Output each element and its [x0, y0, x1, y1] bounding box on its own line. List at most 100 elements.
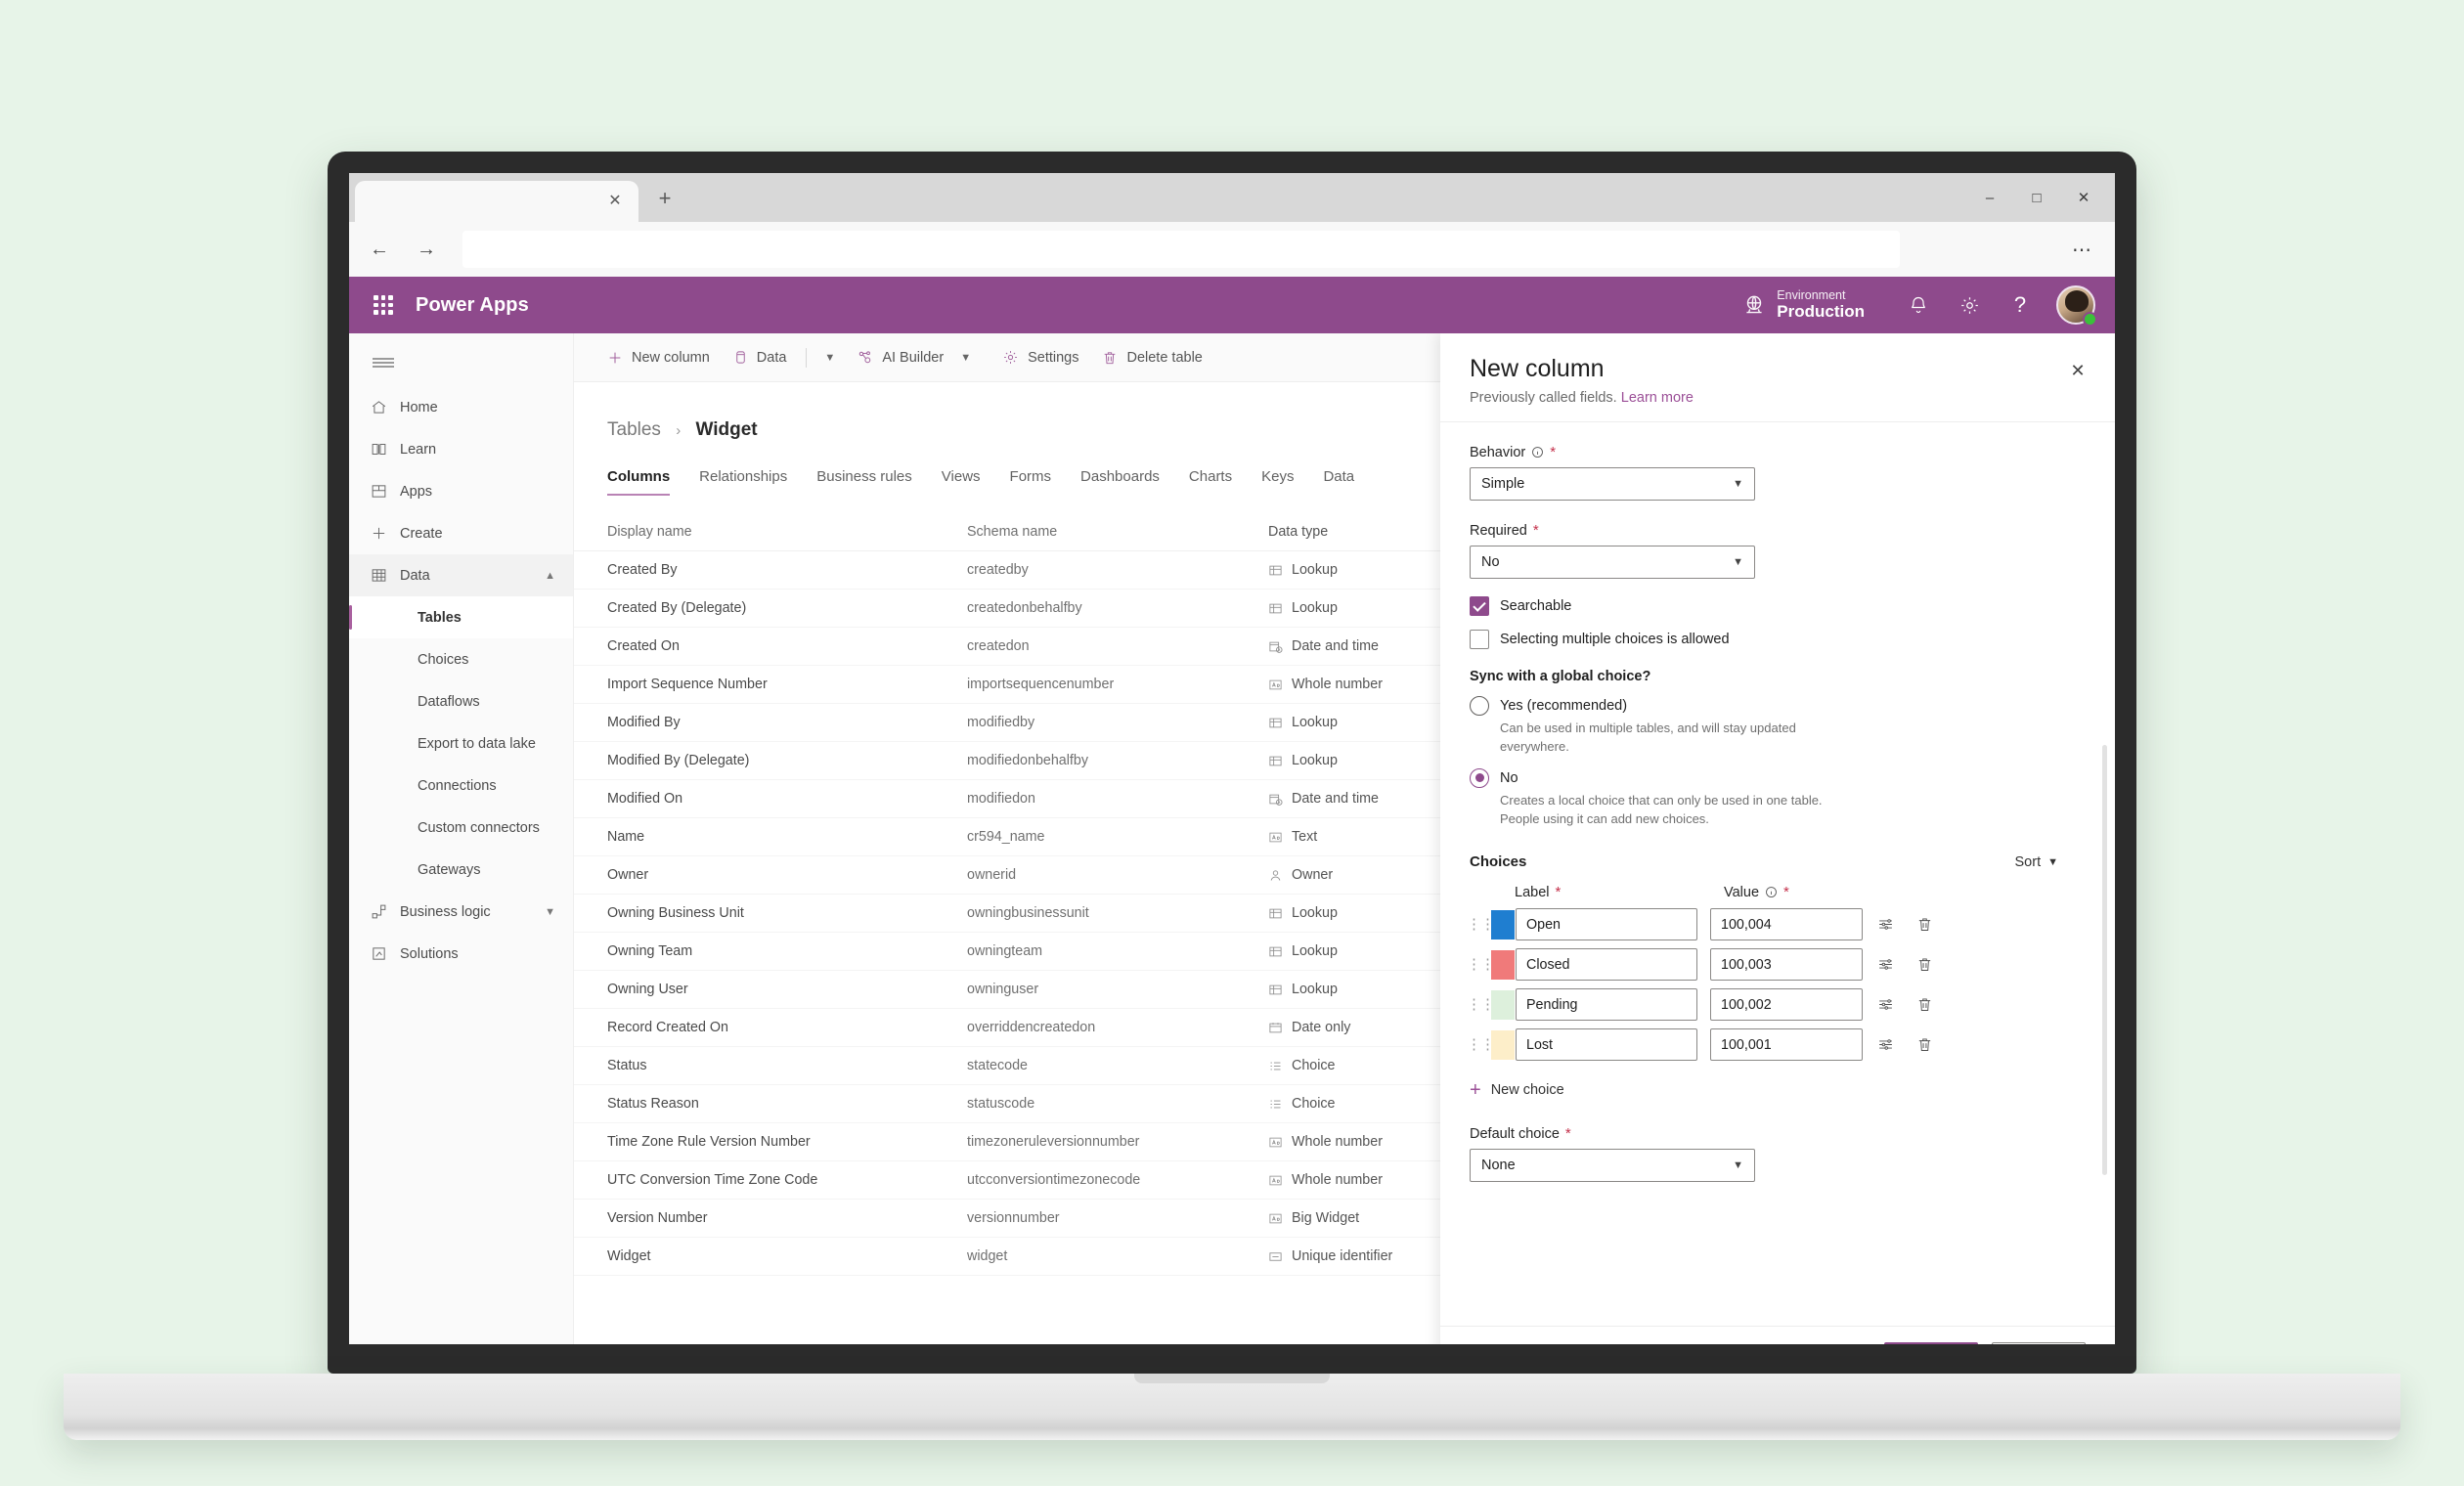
- tab-dashboards[interactable]: Dashboards: [1080, 468, 1160, 496]
- trash-icon[interactable]: [1908, 950, 1941, 980]
- trash-icon[interactable]: [1908, 1030, 1941, 1060]
- sync-no-radio-row[interactable]: No: [1470, 767, 2086, 788]
- sliders-icon[interactable]: [1869, 910, 1902, 940]
- new-choice-button[interactable]: + New choice: [1470, 1080, 1564, 1100]
- sidebar-item-tables[interactable]: Tables: [349, 596, 573, 638]
- close-icon[interactable]: ✕: [605, 192, 625, 211]
- default-choice-select[interactable]: None ▼: [1470, 1149, 1755, 1183]
- close-icon[interactable]: ✕: [2062, 355, 2093, 386]
- searchable-checkbox[interactable]: [1470, 596, 1489, 616]
- gear-icon[interactable]: [1947, 283, 1992, 328]
- info-icon[interactable]: [1531, 446, 1544, 459]
- new-column-button[interactable]: New column: [597, 341, 720, 374]
- choice-value-input[interactable]: 100,004: [1710, 908, 1863, 941]
- sidebar-item-create[interactable]: Create: [349, 512, 573, 554]
- sidebar-item-apps[interactable]: Apps: [349, 470, 573, 512]
- choice-label-input[interactable]: Pending: [1516, 988, 1697, 1022]
- tab-relationships[interactable]: Relationships: [699, 468, 787, 496]
- chevron-down-icon[interactable]: ▼: [952, 352, 979, 364]
- choices-label-header: Label *: [1515, 884, 1724, 900]
- sidebar-item-dataflows[interactable]: Dataflows: [349, 680, 573, 722]
- sync-no-radio[interactable]: [1470, 767, 1489, 788]
- tab-columns[interactable]: Columns: [607, 468, 671, 496]
- choice-value-input[interactable]: 100,001: [1710, 1028, 1863, 1062]
- drag-handle-icon[interactable]: ⋮⋮: [1467, 957, 1495, 972]
- choice-color-swatch[interactable]: [1491, 989, 1515, 1020]
- sync-yes-radio[interactable]: [1470, 696, 1489, 716]
- column-header-display-name[interactable]: Display name: [607, 524, 967, 540]
- sidebar-item-learn[interactable]: Learn: [349, 428, 573, 470]
- hamburger-menu-icon[interactable]: [349, 339, 573, 386]
- drag-handle-icon[interactable]: ⋮⋮: [1467, 997, 1495, 1012]
- sync-yes-radio-row[interactable]: Yes (recommended): [1470, 696, 2086, 716]
- sidebar-item-gateways[interactable]: Gateways: [349, 849, 573, 891]
- help-icon[interactable]: ?: [1998, 283, 2043, 328]
- choice-label-input[interactable]: Open: [1516, 908, 1697, 941]
- ellipsis-icon[interactable]: ⋯: [2068, 238, 2097, 263]
- required-marker: *: [1555, 884, 1562, 901]
- laptop-mockup: ✕ + – □ ✕ ← → ⋯ Power Apps Environment P…: [64, 152, 2400, 1440]
- environment-picker[interactable]: Environment Production: [1741, 288, 1865, 322]
- sidebar-item-custom-connectors[interactable]: Custom connectors: [349, 807, 573, 849]
- arrow-right-icon[interactable]: →: [410, 233, 443, 266]
- choice-color-swatch[interactable]: [1491, 909, 1515, 940]
- close-window-button[interactable]: ✕: [2062, 179, 2105, 216]
- sort-button[interactable]: Sort ▼: [2015, 854, 2086, 870]
- sidebar-item-export-to-data-lake[interactable]: Export to data lake: [349, 722, 573, 765]
- settings-button[interactable]: Settings: [992, 341, 1088, 374]
- tab-data[interactable]: Data: [1323, 468, 1354, 496]
- required-select[interactable]: No ▼: [1470, 546, 1755, 579]
- tab-views[interactable]: Views: [942, 468, 981, 496]
- ai-builder-button[interactable]: AI Builder ▼: [847, 341, 989, 374]
- cell-data-type-label: Lookup: [1292, 600, 1338, 616]
- multiselect-checkbox[interactable]: [1470, 630, 1489, 649]
- column-header-schema-name[interactable]: Schema name: [967, 524, 1268, 540]
- choice-value-input[interactable]: 100,003: [1710, 948, 1863, 982]
- choice-value-input[interactable]: 100,002: [1710, 988, 1863, 1022]
- tab-charts[interactable]: Charts: [1189, 468, 1232, 496]
- trash-icon[interactable]: [1908, 990, 1941, 1020]
- browser-tab[interactable]: ✕: [355, 181, 638, 222]
- tab-business-rules[interactable]: Business rules: [816, 468, 912, 496]
- choice-color-swatch[interactable]: [1491, 949, 1515, 980]
- avatar[interactable]: [2056, 285, 2097, 327]
- trash-icon[interactable]: [1908, 910, 1941, 940]
- panel-scrollbar[interactable]: [2102, 745, 2107, 1175]
- app-launcher-icon[interactable]: [369, 290, 398, 320]
- learn-more-link[interactable]: Learn more: [1621, 390, 1694, 406]
- sidebar-item-data[interactable]: Data ▲: [349, 554, 573, 596]
- sidebar-item-home[interactable]: Home: [349, 386, 573, 428]
- behavior-select[interactable]: Simple ▼: [1470, 467, 1755, 501]
- drag-handle-icon[interactable]: ⋮⋮: [1467, 917, 1495, 932]
- tab-forms[interactable]: Forms: [1010, 468, 1052, 496]
- save-button[interactable]: Save: [1884, 1342, 1978, 1344]
- chevron-down-icon[interactable]: ▼: [816, 352, 843, 364]
- maximize-button[interactable]: □: [2015, 179, 2058, 216]
- arrow-left-icon[interactable]: ←: [363, 233, 396, 266]
- info-icon[interactable]: [1765, 886, 1778, 898]
- tab-keys[interactable]: Keys: [1261, 468, 1294, 496]
- sidebar-item-connections[interactable]: Connections: [349, 765, 573, 807]
- sidebar-item-choices[interactable]: Choices: [349, 638, 573, 680]
- sidebar-item-solutions[interactable]: Solutions: [349, 933, 573, 975]
- lookup-icon: [1268, 906, 1283, 921]
- drag-handle-icon[interactable]: ⋮⋮: [1467, 1037, 1495, 1052]
- sliders-icon[interactable]: [1869, 950, 1902, 980]
- data-button[interactable]: Data: [724, 341, 797, 374]
- sliders-icon[interactable]: [1869, 990, 1902, 1020]
- sidebar-subitem-label: Gateways: [418, 861, 481, 878]
- breadcrumb-parent[interactable]: Tables: [607, 419, 661, 440]
- plus-icon[interactable]: +: [652, 187, 678, 212]
- searchable-checkbox-row[interactable]: Searchable: [1470, 596, 2086, 616]
- choice-label-input[interactable]: Lost: [1516, 1028, 1697, 1062]
- url-input[interactable]: [462, 231, 1900, 268]
- multiselect-checkbox-row[interactable]: Selecting multiple choices is allowed: [1470, 630, 2086, 649]
- delete-table-button[interactable]: Delete table: [1092, 341, 1211, 374]
- sliders-icon[interactable]: [1869, 1030, 1902, 1060]
- cancel-button[interactable]: Cancel: [1992, 1342, 2086, 1344]
- minimize-button[interactable]: –: [1968, 179, 2011, 216]
- sidebar-item-business-logic[interactable]: Business logic ▼: [349, 891, 573, 933]
- choice-color-swatch[interactable]: [1491, 1029, 1515, 1060]
- choice-label-input[interactable]: Closed: [1516, 948, 1697, 982]
- bell-icon[interactable]: [1896, 283, 1941, 328]
